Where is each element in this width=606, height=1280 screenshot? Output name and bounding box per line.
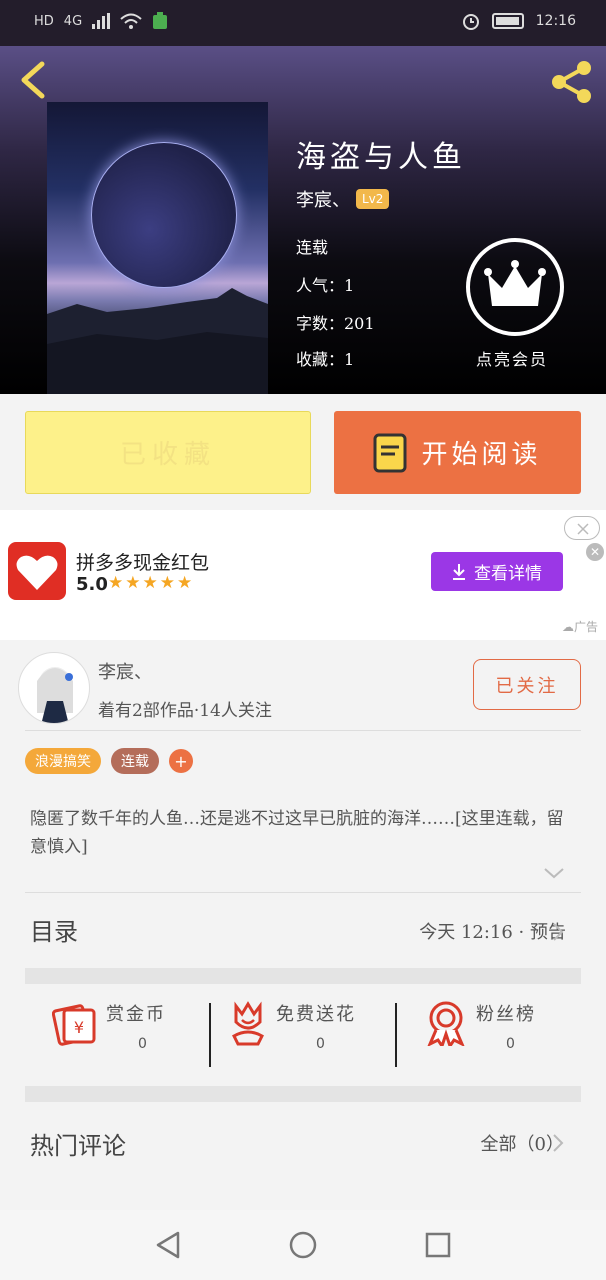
wifi-icon: [120, 13, 142, 29]
download-icon: [453, 563, 465, 580]
medal-icon: [427, 1001, 465, 1046]
add-tag-button[interactable]: +: [169, 749, 193, 773]
chevron-right-icon[interactable]: [552, 1133, 564, 1153]
ad-tag: ☁广告: [561, 620, 598, 634]
book-icon: [373, 433, 407, 472]
gift-coins-label: 赏金币: [106, 1004, 166, 1025]
gift-fans-count: 0: [506, 1036, 515, 1052]
author-level-badge: Lv2: [356, 189, 390, 209]
chevron-right-icon[interactable]: [552, 922, 564, 942]
ad-close-button[interactable]: [564, 516, 600, 540]
nav-recents-icon[interactable]: [424, 1231, 452, 1259]
ad-details-label: 查看详情: [474, 564, 542, 584]
gift-flower-count: 0: [316, 1036, 325, 1052]
start-reading-label: 开始阅读: [421, 440, 542, 470]
clock: 12:16: [535, 13, 576, 29]
collected-button[interactable]: 已收藏: [25, 411, 311, 494]
author-name[interactable]: 李宸、: [98, 658, 152, 684]
book-status: 连载: [296, 238, 329, 257]
divider: [25, 892, 581, 893]
system-nav-bar: [0, 1210, 606, 1280]
book-cover[interactable]: [47, 102, 268, 394]
back-arrow-icon[interactable]: [18, 60, 48, 100]
gift-fan-ranking[interactable]: 粉丝榜 0: [426, 1000, 536, 1070]
battery-icon: [491, 13, 524, 29]
nav-home-icon[interactable]: [288, 1230, 318, 1260]
book-popularity: 人气：1: [296, 276, 355, 295]
share-icon[interactable]: [550, 60, 594, 104]
author-avatar[interactable]: [18, 652, 90, 724]
red-envelope-icon: ¥: [52, 1004, 96, 1046]
catalog-label[interactable]: 目录: [30, 912, 78, 947]
chevron-down-icon[interactable]: [542, 866, 566, 880]
book-header: 海盗与人鱼 李宸、 Lv2 连载 人气：1 字数：201 收藏：1 点亮会员: [0, 46, 606, 394]
start-reading-button[interactable]: 开始阅读: [334, 411, 581, 494]
status-bar: HD 4G 12:16: [0, 0, 606, 46]
vip-label[interactable]: 点亮会员: [476, 346, 548, 370]
close-icon: [577, 523, 589, 535]
gift-flower-label: 免费送花: [276, 1004, 356, 1025]
crown-icon: [484, 260, 546, 306]
ad-title: 拼多多现金红包: [76, 552, 210, 574]
action-bar: 已收藏 开始阅读: [0, 394, 606, 510]
ad-details-button[interactable]: 查看详情: [431, 552, 563, 591]
cover-mountains: [47, 288, 268, 394]
divider: [25, 730, 581, 731]
vip-crown-button[interactable]: [466, 238, 564, 336]
book-word-count: 字数：201: [296, 314, 375, 333]
catalog-update[interactable]: 今天 12:16 · 预告: [419, 918, 566, 944]
ad-dismiss-icon[interactable]: ✕: [586, 543, 604, 561]
ad-banner[interactable]: 拼多多现金红包 5.0 ★★★★★ 查看详情 ✕ ☁广告: [0, 510, 606, 640]
ad-rating: 5.0: [76, 574, 108, 595]
gift-flower[interactable]: 免费送花 0: [230, 1000, 356, 1070]
alarm-icon: [462, 14, 479, 30]
book-title: 海盗与人鱼: [296, 140, 466, 175]
section-separator: [25, 968, 581, 984]
hot-comments-label: 热门评论: [30, 1132, 126, 1160]
book-description: 隐匿了数千年的人鱼…还是逃不过这早已肮脏的海洋……[这里连载，留意慎入]: [30, 809, 564, 857]
network-type: 4G: [63, 13, 83, 29]
cover-planet: [91, 142, 237, 288]
follow-button[interactable]: 已关注: [473, 659, 581, 710]
tag-serializing[interactable]: 连载: [111, 748, 159, 774]
flower-icon: [232, 1001, 264, 1046]
book-detail-content: 李宸、 着有2部作品·14人关注 已关注 浪漫搞笑 连载 + 隐匿了数千年的人鱼…: [0, 640, 606, 1210]
tag-list: 浪漫搞笑 连载 +: [25, 748, 193, 774]
book-author[interactable]: 李宸、: [296, 186, 350, 212]
signal-icon: [92, 13, 111, 29]
gift-coins[interactable]: ¥ 赏金币 0: [52, 1000, 166, 1070]
author-stats: 着有2部作品·14人关注: [98, 701, 272, 721]
book-favorites: 收藏：1: [296, 350, 355, 369]
hd-indicator: HD: [34, 13, 54, 29]
divider: [209, 1003, 211, 1067]
app-notification-icon: [153, 12, 168, 29]
svg-text:¥: ¥: [74, 1018, 84, 1037]
nav-back-icon[interactable]: [154, 1230, 182, 1260]
gift-fans-label: 粉丝榜: [476, 1004, 536, 1025]
ad-stars: ★★★★★: [108, 573, 195, 593]
gift-coins-count: 0: [138, 1036, 147, 1052]
pinduoduo-logo: [8, 542, 66, 600]
divider: [395, 1003, 397, 1067]
section-separator: [25, 1086, 581, 1102]
tag-romance-comedy[interactable]: 浪漫搞笑: [25, 748, 101, 774]
